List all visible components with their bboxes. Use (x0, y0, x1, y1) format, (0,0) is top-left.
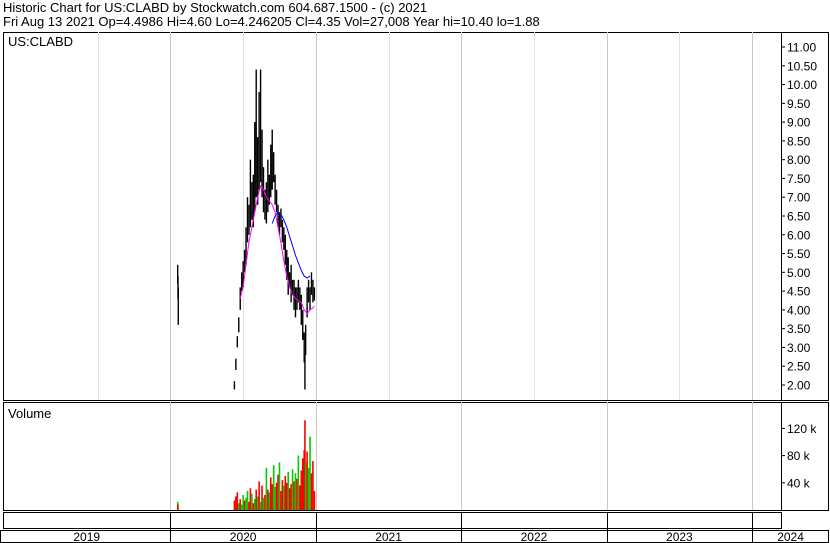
volume-bar (236, 492, 239, 510)
price-tick-label: 6.50 (787, 210, 811, 224)
price-tick-label: 4.50 (787, 285, 811, 299)
volume-axis-labels: 120 k 80 k 40 k (781, 422, 817, 490)
price-tick-label: 10.50 (787, 59, 817, 73)
price-tick-label: 10.00 (787, 78, 817, 92)
year-label: 2022 (521, 530, 548, 543)
price-axis-labels: 11.00 10.50 10.00 9.50 9.00 8.50 8.00 7.50 7.00 6… (781, 41, 817, 392)
price-tick-label: 7.00 (787, 191, 811, 205)
volume-bar (243, 500, 246, 510)
volume-bar (290, 484, 292, 510)
volume-tick-label: 120 k (787, 422, 817, 436)
price-tick-label: 11.00 (787, 41, 816, 55)
price-tick-label: 8.00 (787, 153, 811, 167)
chart-frames (0, 32, 829, 543)
volume-bar (259, 501, 262, 510)
year-label-strip (0, 530, 829, 543)
volume-bar (264, 495, 266, 510)
volume-bar (242, 495, 244, 510)
volume-bar (246, 490, 249, 510)
chart-gridlines (98, 32, 753, 543)
volume-bar (177, 504, 179, 510)
volume-panel-title: Volume (8, 406, 51, 421)
volume-bar (253, 499, 256, 510)
volume-bar (313, 490, 316, 510)
volume-bar (294, 473, 297, 510)
volume-bar (265, 467, 268, 510)
price-tick-label: 5.50 (787, 247, 811, 261)
volume-bar (299, 485, 301, 510)
price-tick-label: 3.00 (787, 341, 811, 355)
year-label: 2021 (375, 530, 402, 543)
price-bars (176, 69, 316, 390)
price-tick-label: 9.00 (787, 116, 811, 130)
price-panel-frame (3, 32, 782, 401)
year-label: 2020 (230, 530, 257, 543)
volume-bar (262, 497, 265, 510)
volume-bar (258, 481, 260, 510)
volume-bar (248, 501, 250, 510)
volume-bar (271, 484, 274, 510)
volume-tick-label: 40 k (787, 476, 811, 490)
volume-bar (272, 465, 275, 510)
volume-bar (287, 471, 290, 510)
volume-bar (304, 462, 307, 510)
price-tick-label: 4.00 (787, 303, 811, 317)
price-tick-label: 5.00 (787, 266, 811, 280)
volume-bar (239, 499, 242, 510)
volume-bar (301, 458, 304, 510)
volume-bar (269, 477, 272, 510)
volume-bar (268, 492, 271, 510)
volume-bar (281, 480, 284, 510)
volume-bars (176, 420, 316, 510)
volume-bar (233, 500, 236, 510)
volume-bar (261, 485, 263, 510)
volume-bar (306, 451, 308, 510)
volume-bar (256, 496, 259, 510)
volume-bar (284, 476, 287, 510)
volume-bar (274, 486, 276, 510)
year-axis-frame (3, 512, 782, 529)
volume-bar (275, 482, 278, 510)
volume-bar (288, 488, 291, 510)
volume-bar (278, 462, 281, 510)
price-panel-title: US:CLABD (8, 34, 73, 49)
volume-bar (252, 503, 255, 510)
year-label: 2024 (777, 530, 804, 543)
volume-bar (300, 470, 303, 510)
volume-bar (297, 455, 300, 510)
price-tick-label: 6.00 (787, 228, 811, 242)
volume-bar (285, 482, 288, 510)
price-tick-label: 2.00 (787, 378, 811, 392)
stock-chart: 11.00 10.50 10.00 9.50 9.00 8.50 8.00 7.50 7.00 6… (0, 32, 829, 543)
year-label: 2023 (666, 530, 693, 543)
volume-bar (245, 497, 247, 510)
volume-bar (296, 478, 298, 510)
volume-bar (307, 467, 310, 510)
volume-panel-frame (3, 402, 782, 511)
year-label: 2019 (73, 530, 100, 543)
volume-bar (251, 493, 253, 510)
volume-bar (291, 469, 294, 510)
volume-bar (267, 489, 269, 510)
price-tick-label: 9.50 (787, 97, 811, 111)
volume-bar (293, 481, 295, 510)
volume-bar (277, 474, 279, 510)
volume-bar (283, 485, 285, 510)
year-axis-labels: 2019 2020 2021 2022 2023 2024 (73, 530, 804, 543)
volume-tick-label: 80 k (787, 449, 811, 463)
volume-bar (309, 436, 311, 510)
volume-bar (240, 504, 243, 510)
volume-bar (237, 503, 240, 510)
price-tick-label: 8.50 (787, 134, 811, 148)
volume-bar (249, 488, 252, 510)
price-tick-label: 2.50 (787, 360, 811, 374)
volume-bar (312, 461, 314, 510)
price-tick-label: 7.50 (787, 172, 811, 186)
price-tick-label: 3.50 (787, 322, 811, 336)
volume-bar (235, 496, 237, 510)
volume-bar (280, 490, 282, 510)
volume-bar (255, 489, 258, 510)
volume-bar (310, 473, 313, 510)
